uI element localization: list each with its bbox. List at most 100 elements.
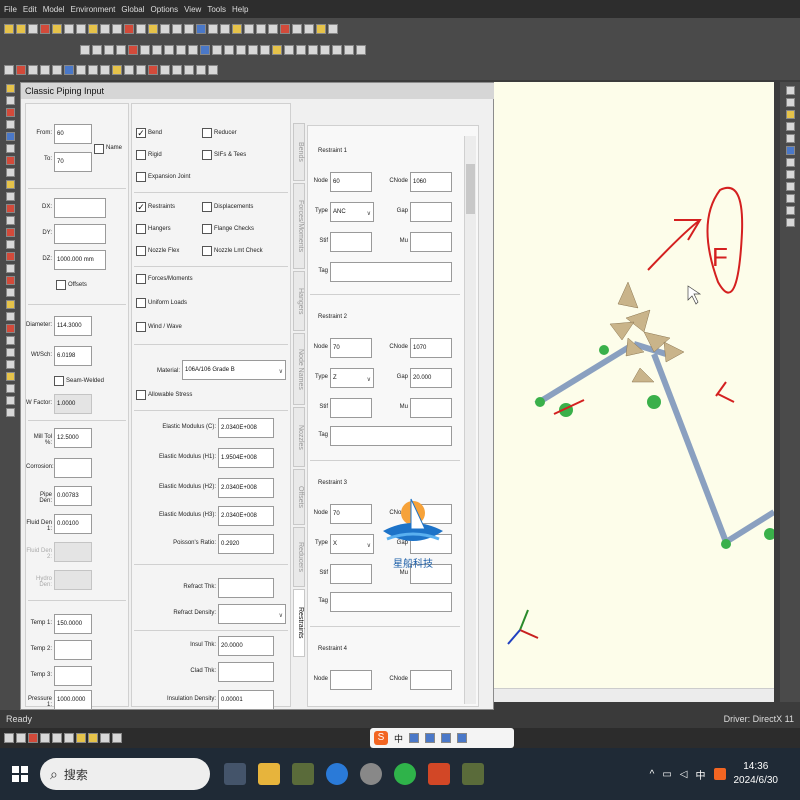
toolbar-button[interactable]	[292, 24, 302, 34]
toolbar-button[interactable]	[152, 45, 162, 55]
tool-button[interactable]	[785, 158, 795, 167]
tool-button[interactable]	[785, 170, 795, 179]
name-checkbox[interactable]	[94, 144, 104, 154]
toolbar-button[interactable]	[308, 45, 318, 55]
toolbar-button[interactable]	[256, 24, 266, 34]
toolbar-button[interactable]	[332, 45, 342, 55]
wt-sch-field[interactable]: 6.0198	[54, 346, 92, 366]
toolbar-button[interactable]	[4, 65, 14, 75]
tool-button[interactable]	[785, 122, 795, 131]
tab-bends[interactable]: Bends	[293, 123, 305, 181]
toolbar-button[interactable]	[64, 65, 74, 75]
network-icon[interactable]: ▭	[662, 769, 671, 780]
menu-global[interactable]: Global	[121, 5, 144, 14]
menu-edit[interactable]: Edit	[23, 5, 37, 14]
toolbar-button[interactable]	[208, 65, 218, 75]
tool-button[interactable]	[5, 120, 15, 129]
fluid-den-1-field[interactable]: 0.00100	[54, 514, 92, 534]
ime-tool-icon[interactable]	[457, 733, 468, 743]
toolbar-button[interactable]	[208, 24, 218, 34]
elastic-modulus-h3-field[interactable]: 2.0340E+008	[218, 506, 274, 526]
app-icon[interactable]	[360, 763, 382, 785]
tool-button[interactable]	[5, 348, 15, 357]
tool-button[interactable]	[5, 180, 15, 189]
toolbar-button[interactable]	[100, 733, 110, 743]
tool-button[interactable]	[5, 240, 15, 249]
tool-button[interactable]	[5, 300, 15, 309]
tool-button[interactable]	[5, 276, 15, 285]
scrollbar-thumb[interactable]	[466, 164, 475, 214]
toolbar-button[interactable]	[244, 24, 254, 34]
toolbar-button[interactable]	[236, 45, 246, 55]
menu-model[interactable]: Model	[43, 5, 65, 14]
restraint-1-type-select[interactable]: ANC	[330, 202, 374, 222]
poissons-ratio-field[interactable]: 0.2920	[218, 534, 274, 554]
w-factor-field[interactable]: 1.0000	[54, 394, 92, 414]
toolbar-button[interactable]	[52, 733, 62, 743]
toolbar-button[interactable]	[28, 24, 38, 34]
menu-help[interactable]: Help	[232, 5, 248, 14]
toolbar-button[interactable]	[164, 45, 174, 55]
tool-button[interactable]	[5, 324, 15, 333]
temp-3-field[interactable]	[54, 666, 92, 686]
restraint-3-stif-field[interactable]	[330, 564, 372, 584]
toolbar-button[interactable]	[280, 24, 290, 34]
toolbar-button[interactable]	[76, 24, 86, 34]
tool-button[interactable]	[5, 396, 15, 405]
toolbar-button[interactable]	[52, 24, 62, 34]
tab-offsets[interactable]: Offsets	[293, 469, 305, 525]
tool-button[interactable]	[5, 336, 15, 345]
restraint-1-mu-field[interactable]	[410, 232, 452, 252]
sogou-tray-icon[interactable]	[713, 768, 726, 780]
tab-hangers[interactable]: Hangers	[293, 271, 305, 331]
toolbar-button[interactable]	[4, 24, 14, 34]
restraints-scrollbar[interactable]	[464, 136, 476, 704]
dz-field[interactable]: 1000.000 mm	[54, 250, 106, 270]
toolbar-button[interactable]	[196, 65, 206, 75]
ime-indicator[interactable]: 中	[696, 767, 706, 782]
tool-button[interactable]	[5, 108, 15, 117]
toolbar-button[interactable]	[260, 45, 270, 55]
tool-button[interactable]	[5, 264, 15, 273]
flange-checks-checkbox[interactable]	[202, 224, 212, 234]
toolbar-button[interactable]	[88, 733, 98, 743]
allowable-stress-checkbox[interactable]	[136, 390, 146, 400]
tool-button[interactable]	[5, 204, 15, 213]
toolbar-button[interactable]	[160, 65, 170, 75]
toolbar-button[interactable]	[88, 65, 98, 75]
toolbar-button[interactable]	[148, 65, 158, 75]
toolbar-button[interactable]	[16, 65, 26, 75]
toolbar-button[interactable]	[316, 24, 326, 34]
toolbar-button[interactable]	[248, 45, 258, 55]
tool-button[interactable]	[5, 408, 15, 417]
toolbar-button[interactable]	[28, 65, 38, 75]
restraint-3-node-field[interactable]: 70	[330, 504, 372, 524]
tool-button[interactable]	[5, 156, 15, 165]
toolbar-button[interactable]	[124, 65, 134, 75]
toolbar-button[interactable]	[124, 24, 134, 34]
restraint-1-tag-field[interactable]	[330, 262, 452, 282]
toolbar-button[interactable]	[304, 24, 314, 34]
toolbar-button[interactable]	[40, 65, 50, 75]
toolbar-button[interactable]	[100, 24, 110, 34]
tool-button[interactable]	[5, 312, 15, 321]
seam-welded-checkbox[interactable]	[54, 376, 64, 386]
menu-options[interactable]: Options	[151, 5, 179, 14]
toolbar-button[interactable]	[40, 733, 50, 743]
tool-button[interactable]	[5, 384, 15, 393]
tab-nozzles[interactable]: Nozzles	[293, 407, 305, 467]
clock[interactable]: 14:36 2024/6/30	[734, 760, 779, 788]
volume-icon[interactable]: ◁	[680, 769, 688, 780]
nozzle-lmt-check-checkbox[interactable]	[202, 246, 212, 256]
toolbar-button[interactable]	[296, 45, 306, 55]
chevron-up-icon[interactable]: ^	[650, 769, 655, 780]
toolbar-button[interactable]	[140, 45, 150, 55]
toolbar-button[interactable]	[16, 733, 26, 743]
tool-button[interactable]	[5, 372, 15, 381]
view-horizontal-scrollbar[interactable]	[494, 688, 774, 702]
pressure-1-field[interactable]: 1000.0000	[54, 690, 92, 710]
app-icon[interactable]	[292, 763, 314, 785]
tool-button[interactable]	[5, 132, 15, 141]
powerpoint-icon[interactable]	[428, 763, 450, 785]
pipe-den-field[interactable]: 0.00783	[54, 486, 92, 506]
